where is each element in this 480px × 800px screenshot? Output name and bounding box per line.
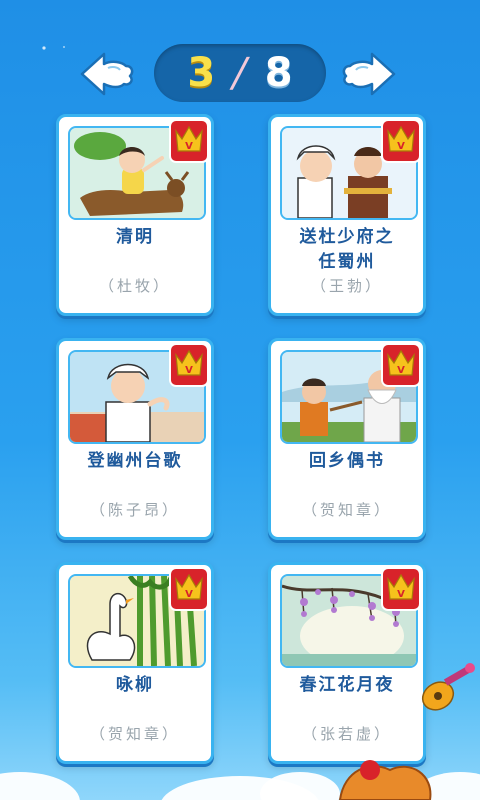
crown-v-icon: V [169,119,209,163]
cloud-arrow-right-icon [342,52,396,96]
poem-author: （杜牧） [98,277,171,295]
poem-title-line: 任蜀州 [318,252,376,272]
poem-title-line: 回乡偶书 [309,451,385,471]
next-page-button[interactable] [340,48,398,100]
poem-title: 咏柳 [59,673,211,698]
poem-title-line: 清明 [116,227,154,247]
page-separator: / [228,50,252,96]
svg-text:V: V [185,365,193,376]
total-page-number: 8 [264,50,293,96]
poem-author: （陈子昂） [89,501,180,519]
poem-card-deng-youzhou-tai-ge[interactable]: V 登幽州台歌 （陈子昂） [56,338,214,540]
poem-card-song-du-shaofu[interactable]: V 送杜少府之 任蜀州 （王勃） [268,114,426,316]
rooster-mascot-icon [338,760,432,800]
crown-v-icon: V [381,343,421,387]
poem-title: 登幽州台歌 [59,449,211,474]
crown-v-icon: V [169,343,209,387]
guitar-icon [421,663,475,711]
crown-v-icon: V [381,567,421,611]
poem-card-qingming[interactable]: V 清明 （杜牧） [56,114,214,316]
poem-title-line: 咏柳 [116,675,154,695]
svg-text:V: V [397,589,405,600]
poem-author: （贺知章） [301,501,392,519]
crown-v-icon: V [381,119,421,163]
poem-card-hui-xiang-ou-shu[interactable]: V 回乡偶书 （贺知章） [268,338,426,540]
poem-title: 送杜少府之 任蜀州 [271,225,423,275]
poem-title-line: 登幽州台歌 [87,451,183,471]
poem-author: （王勃） [310,277,383,295]
poem-title-line: 送杜少府之 [299,227,395,247]
current-page-number: 3 [187,50,216,96]
svg-text:V: V [185,141,193,152]
poem-title: 清明 [59,225,211,250]
poem-title-line: 春江花月夜 [299,675,395,695]
crown-v-icon: V [169,567,209,611]
svg-text:V: V [397,365,405,376]
page-indicator: 3 / 8 [154,44,326,102]
poem-title: 回乡偶书 [271,449,423,474]
cloud-arrow-left-icon [80,52,134,96]
poem-title: 春江花月夜 [271,673,423,698]
svg-text:V: V [185,589,193,600]
prev-page-button[interactable] [78,48,136,100]
svg-text:V: V [397,141,405,152]
top-navigation-bar: 3 / 8 [0,0,480,110]
